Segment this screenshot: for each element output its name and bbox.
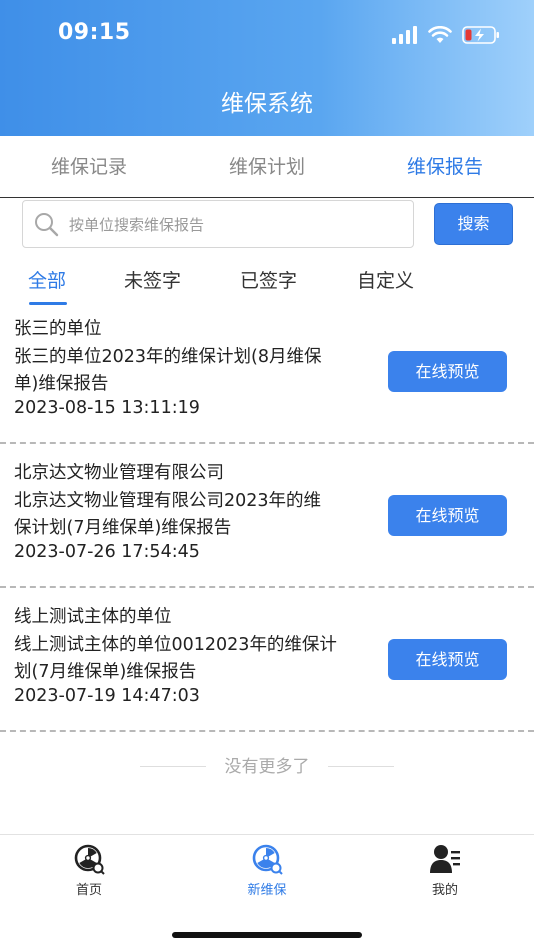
home-indicator [172, 932, 362, 938]
report-title-line1: 线上测试主体的单位0012023年的维保计 [14, 635, 337, 655]
profile-icon [430, 845, 460, 873]
battery-charging-icon [462, 26, 499, 44]
report-title-line2: 单)维保报告 [14, 374, 109, 394]
report-title-line2: 保计划(7月维保单)维保报告 [14, 518, 232, 538]
online-preview-button[interactable]: 在线预览 [388, 495, 507, 536]
top-tabs: 维保记录 维保计划 维保报告 [0, 136, 534, 198]
tabbar-home-label: 首页 [75, 883, 102, 898]
search-input[interactable]: 按单位搜索维保报告 [22, 200, 414, 248]
wifi-icon [428, 26, 452, 43]
report-unit: 北京达文物业管理有限公司 [14, 463, 224, 483]
tabbar-profile-label: 我的 [431, 883, 458, 898]
report-unit: 线上测试主体的单位 [14, 607, 172, 627]
report-datetime: 2023-07-19 14:47:03 [14, 686, 200, 706]
filter-signed[interactable]: 已签字 [240, 266, 297, 293]
report-list-item: 张三的单位 张三的单位2023年的维保计划(8月维保 单)维保报告 2023-0… [0, 300, 534, 444]
no-more-text: 没有更多了 [224, 757, 310, 777]
search-placeholder: 按单位搜索维保报告 [69, 215, 205, 234]
tabbar-home[interactable]: 首页 [29, 843, 149, 898]
report-title-line1: 张三的单位2023年的维保计划(8月维保 [14, 347, 322, 367]
list-end-indicator: 没有更多了 [0, 752, 534, 782]
report-unit: 张三的单位 [14, 319, 102, 339]
search-icon [35, 213, 59, 237]
tab-maintenance-records[interactable]: 维保记录 [0, 136, 178, 197]
report-datetime: 2023-08-15 13:11:19 [14, 398, 200, 418]
report-title-line2: 划(7月维保单)维保报告 [14, 662, 197, 682]
status-time: 09:15 [58, 20, 131, 45]
tabbar-new-maintenance[interactable]: 新维保 [207, 843, 327, 898]
status-icons [392, 24, 500, 46]
app-title: 维保系统 [221, 91, 313, 117]
home-fan-icon [74, 844, 105, 875]
signal-icon [392, 26, 417, 44]
status-bar: 09:15 [0, 0, 534, 70]
online-preview-button[interactable]: 在线预览 [388, 639, 507, 680]
tabbar-new-maintenance-label: 新维保 [247, 883, 287, 898]
report-list-item: 线上测试主体的单位 线上测试主体的单位0012023年的维保计 划(7月维保单)… [0, 588, 534, 732]
app-header: 09:15 维保系统 [0, 0, 534, 136]
search-button[interactable]: 搜索 [434, 203, 513, 245]
report-list-item: 北京达文物业管理有限公司 北京达文物业管理有限公司2023年的维 保计划(7月维… [0, 444, 534, 588]
filter-all[interactable]: 全部 [28, 266, 66, 293]
filter-unsigned[interactable]: 未签字 [124, 266, 181, 293]
filter-custom[interactable]: 自定义 [357, 266, 414, 293]
tab-maintenance-plans[interactable]: 维保计划 [178, 136, 356, 197]
online-preview-button[interactable]: 在线预览 [388, 351, 507, 392]
tab-maintenance-reports[interactable]: 维保报告 [356, 136, 534, 197]
report-title-line1: 北京达文物业管理有限公司2023年的维 [14, 491, 322, 511]
new-maintenance-icon [252, 844, 283, 875]
tabbar-profile[interactable]: 我的 [385, 843, 505, 898]
report-datetime: 2023-07-26 17:54:45 [14, 542, 200, 562]
